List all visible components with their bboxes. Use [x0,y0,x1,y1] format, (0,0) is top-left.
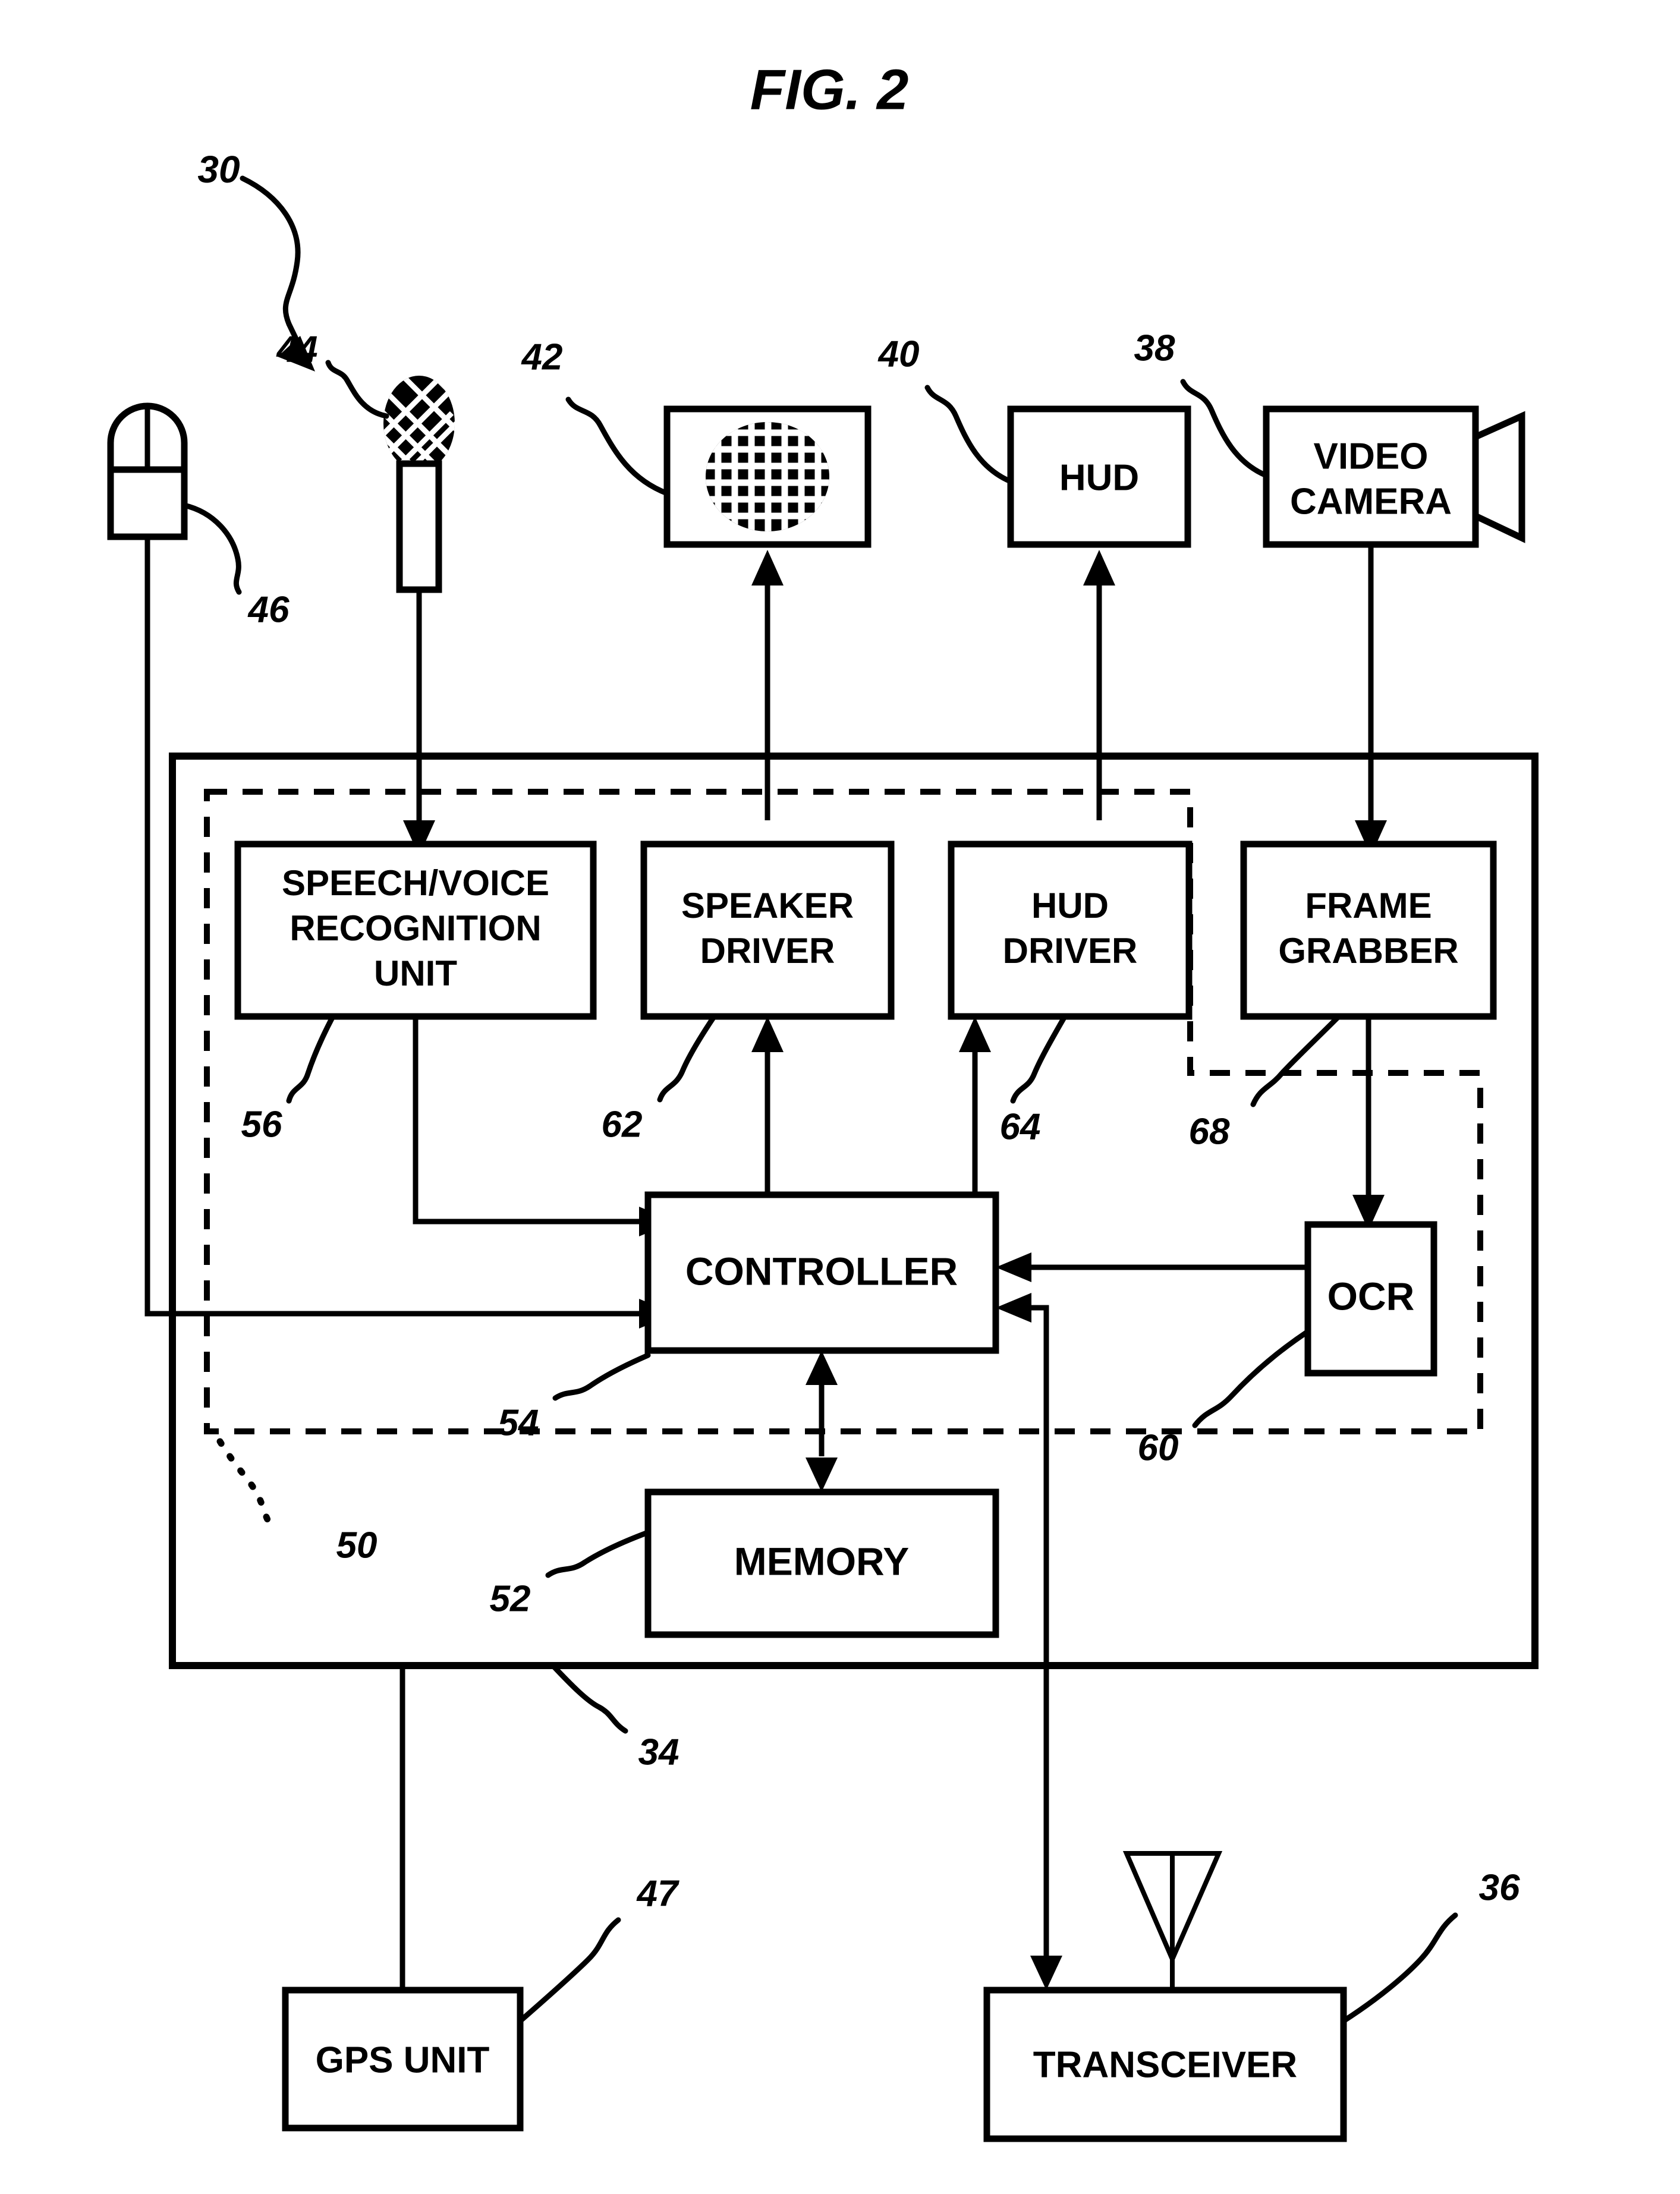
gps-unit-label: GPS UNIT [316,2039,490,2080]
ref-40: 40 [877,333,920,374]
hud-driver-label-1: HUD [1031,886,1109,926]
frame-grabber-label-1: FRAME [1305,886,1432,926]
hud-driver-label-2: DRIVER [1003,931,1138,971]
camera-lens-icon [1472,411,1525,543]
video-camera-label-2: CAMERA [1290,481,1452,522]
figure-title: FIG. 2 [750,58,909,121]
mouse-icon [107,402,188,556]
memory-label: MEMORY [734,1539,910,1583]
controller-label: CONTROLLER [685,1249,958,1293]
ref-68: 68 [1189,1111,1230,1152]
hud-display-label: HUD [1059,457,1139,498]
ref-46: 46 [247,589,290,630]
speech-unit-label-1: SPEECH/VOICE [282,863,549,903]
ref-60: 60 [1138,1427,1179,1468]
ref-50: 50 [336,1525,377,1566]
speaker-driver-label-1: SPEAKER [681,886,854,926]
ocr-label: OCR [1327,1274,1415,1318]
ref-38: 38 [1134,328,1175,369]
patent-figure-2: FIG. 2 30 46 44 42 HUD 40 VIDEO CAMERA 3… [0,0,1680,2194]
ref-54: 54 [498,1402,539,1443]
ref-34: 34 [638,1732,679,1773]
frame-grabber-label-2: GRABBER [1278,931,1458,971]
speech-unit-label-2: RECOGNITION [290,908,541,948]
speech-unit-label-3: UNIT [374,953,457,993]
ref-56: 56 [241,1104,282,1145]
ref-42: 42 [521,336,563,377]
video-camera-label-1: VIDEO [1314,436,1429,477]
page-background [0,0,1680,2194]
ref-36: 36 [1479,1867,1520,1908]
ref-47: 47 [636,1873,679,1914]
ref-62: 62 [602,1104,643,1145]
ref-64: 64 [1000,1106,1041,1147]
transceiver-label: TRANSCEIVER [1033,2044,1297,2085]
ref-30: 30 [197,148,240,191]
ref-44: 44 [276,329,318,370]
speaker-driver-label-2: DRIVER [700,931,835,971]
speaker-icon [663,405,872,548]
ref-52: 52 [490,1578,531,1619]
